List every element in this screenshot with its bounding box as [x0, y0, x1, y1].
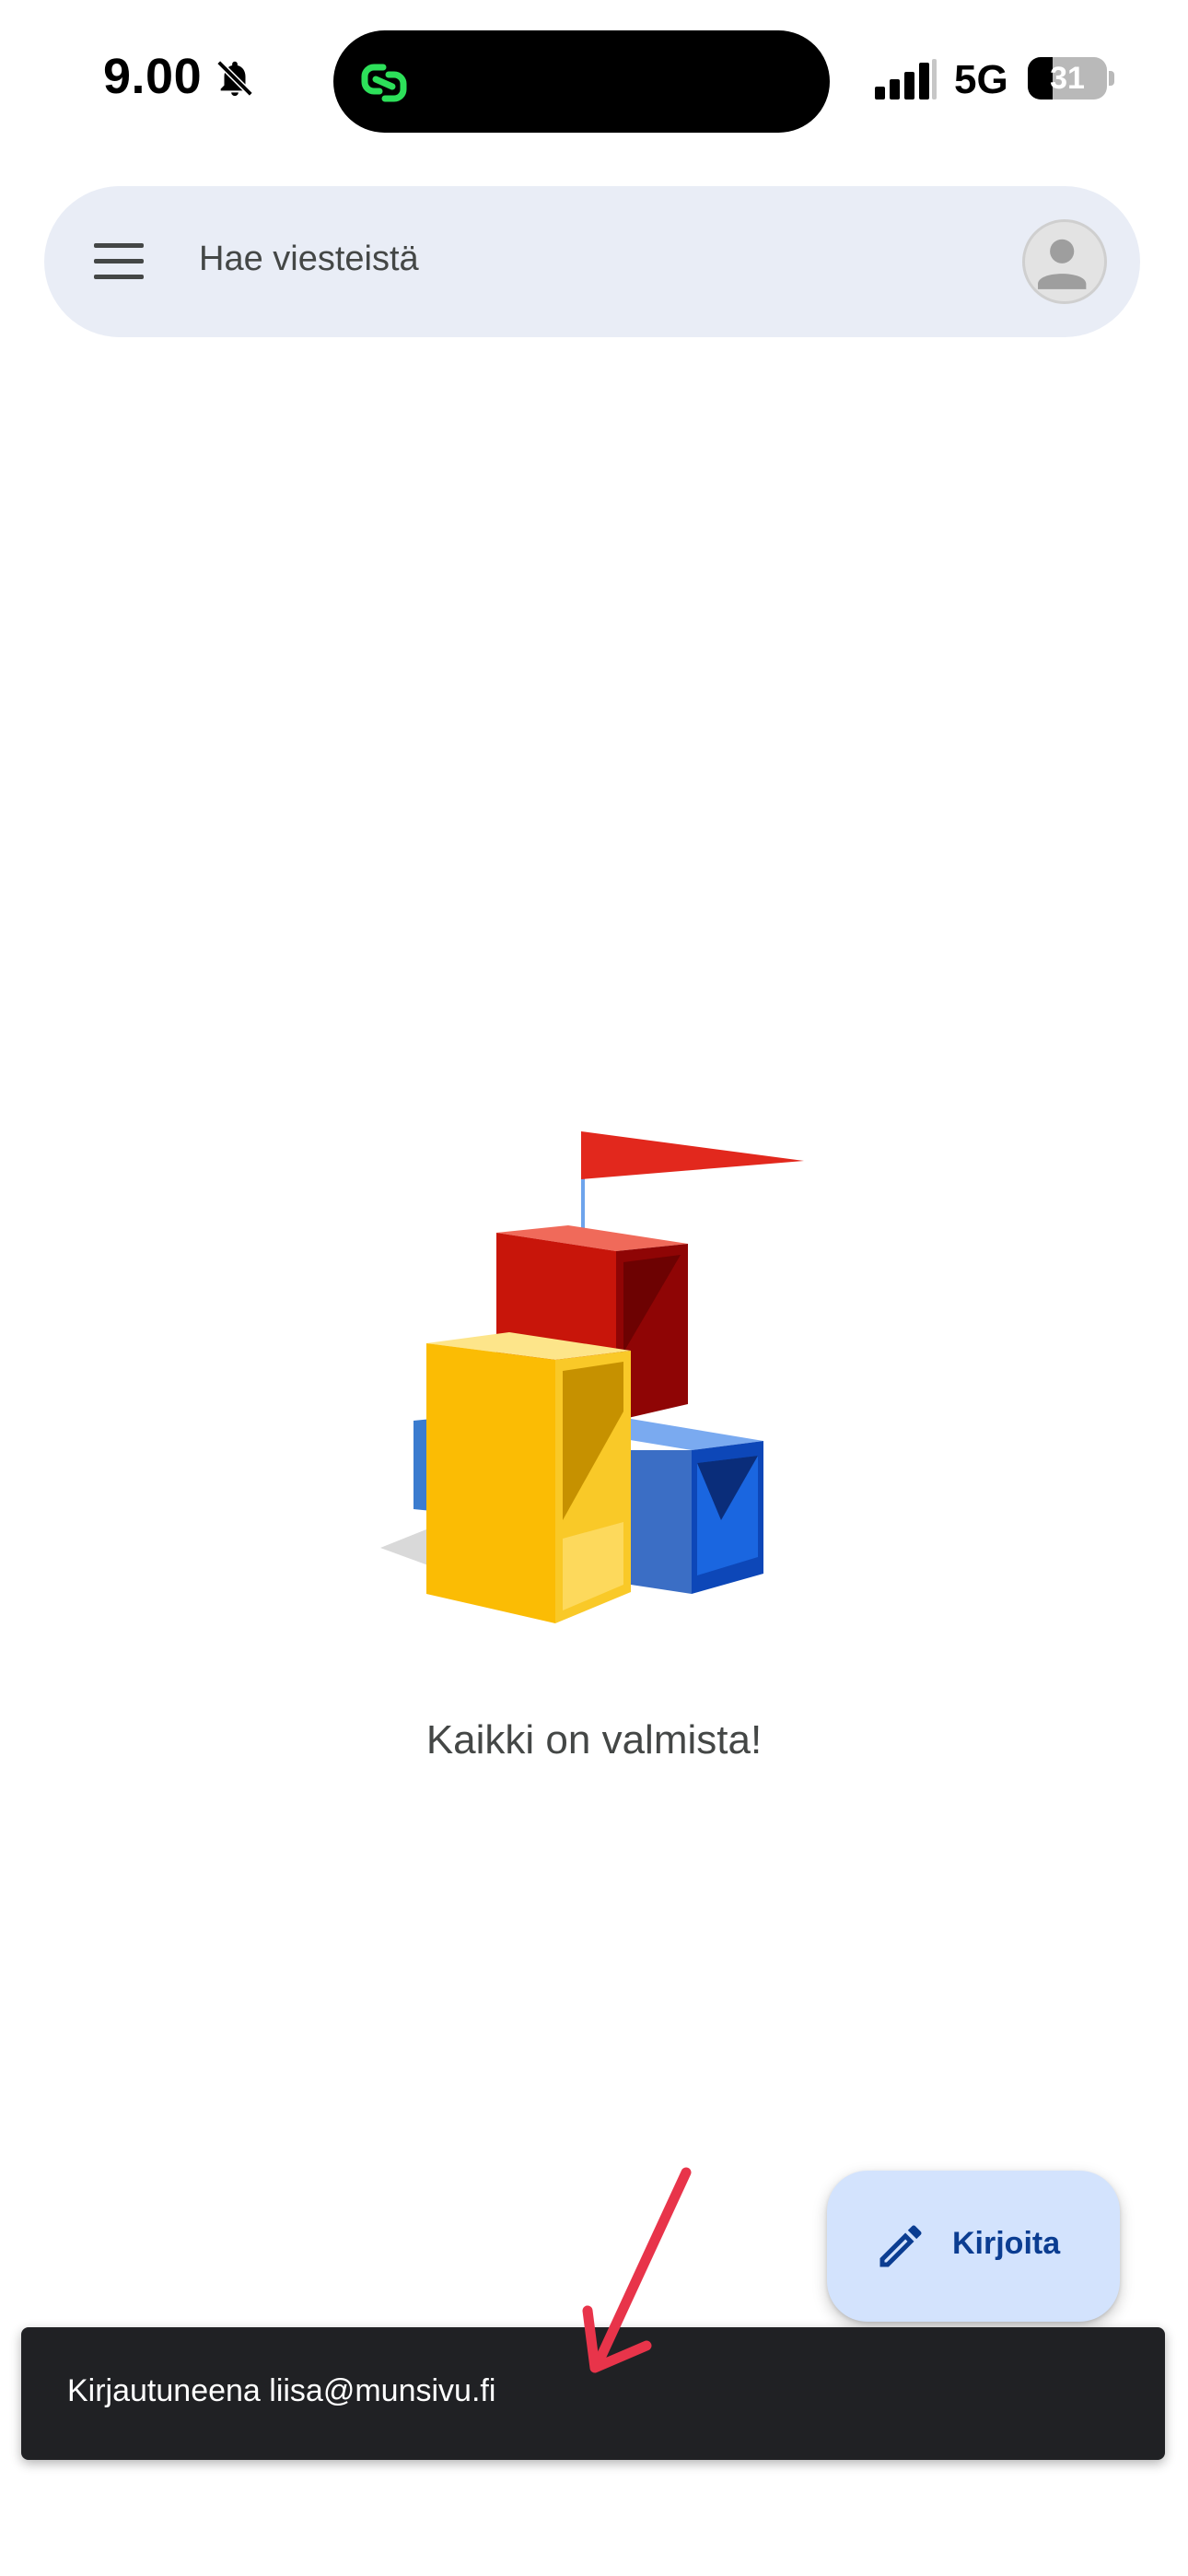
search-input[interactable]: Hae viesteistä [199, 240, 419, 279]
status-time: 9.00 [103, 49, 203, 104]
network-label: 5G [954, 57, 1008, 102]
bell-muted-icon [216, 60, 253, 97]
battery-cap [1109, 71, 1114, 86]
snackbar-text: Kirjautuneena liisa@munsivu.fi [67, 2373, 496, 2408]
blocks-with-flag-illustration [380, 1131, 804, 1623]
signal-icon [875, 59, 937, 100]
avatar[interactable] [1022, 219, 1107, 304]
empty-state-message: Kaikki on valmista! [425, 1717, 763, 1762]
menu-icon[interactable] [90, 234, 147, 289]
gmail-inbox-screen: 9.00 5G 31 Hae viesteistä Kaikki on valm… [0, 0, 1188, 2576]
person-icon [1038, 239, 1087, 289]
island-app-icon [361, 64, 407, 102]
search-bar[interactable]: Hae viesteistä [44, 186, 1140, 337]
annotation-arrow-icon [582, 2167, 692, 2373]
pencil-icon [879, 2225, 922, 2267]
battery-icon: 31 [1028, 57, 1114, 100]
status-bar: 9.00 5G 31 [0, 0, 1188, 157]
battery-shell: 31 [1028, 57, 1107, 100]
compose-button[interactable]: Kirjoita [827, 2171, 1120, 2322]
compose-label: Kirjoita [952, 2226, 1061, 2261]
battery-level: 31 [1050, 61, 1085, 96]
dynamic-island [333, 30, 830, 133]
